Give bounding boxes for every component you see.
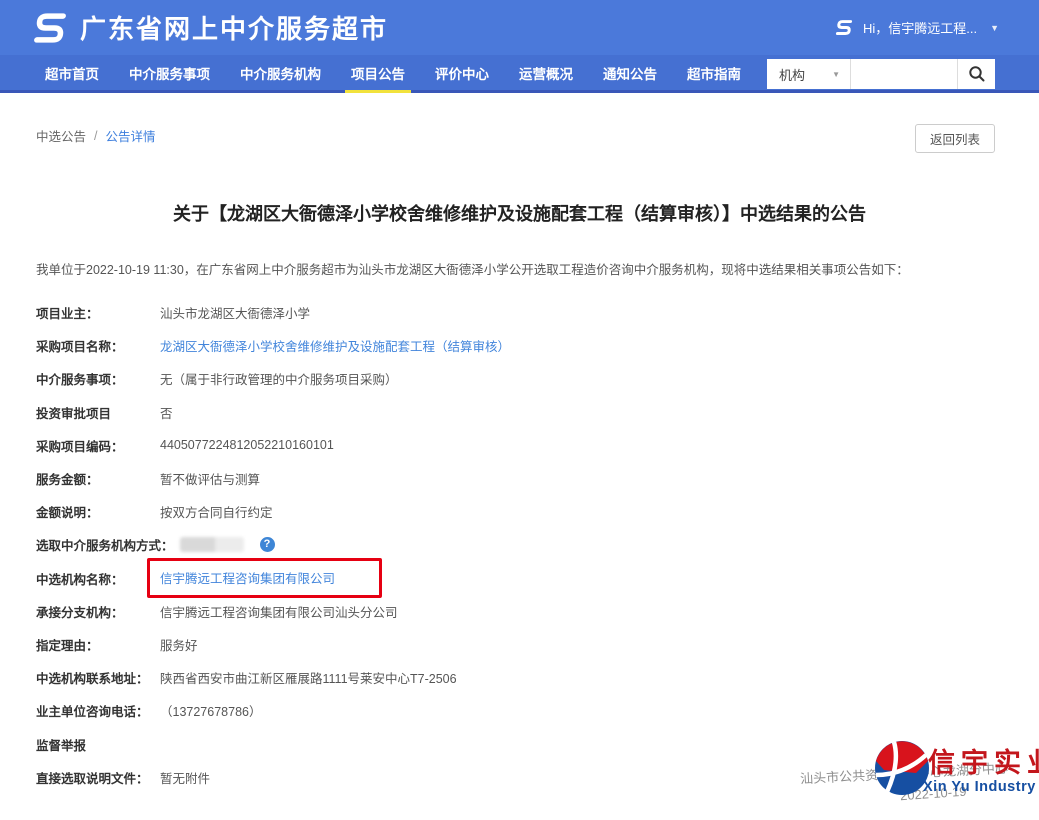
search-input[interactable]	[851, 59, 957, 89]
nav-items: 超市首页中介服务事项中介服务机构项目公告评价中心运营概况通知公告超市指南中介专属…	[30, 55, 867, 90]
chevron-down-icon: ▼	[990, 22, 999, 33]
field-label: 选取中介服务机构方式：	[36, 539, 174, 554]
field-value-link[interactable]: 龙湖区大衙德泽小学校舍维修维护及设施配套工程（结算审核）	[160, 336, 510, 355]
nav-item[interactable]: 项目公告	[336, 55, 420, 90]
field-value: 按双方合同自行约定	[160, 506, 273, 521]
user-menu[interactable]: Hi，信宇腾远工程... ▼	[834, 0, 999, 55]
field-label: 业主单位咨询电话：	[36, 705, 149, 720]
search-icon	[968, 66, 984, 82]
nav-item[interactable]: 中介服务机构	[225, 55, 336, 90]
field-rows: 项目业主： 汕头市龙湖区大衙德泽小学采购项目名称： 龙湖区大衙德泽小学校舍维修维护及…	[36, 296, 1003, 794]
field-label: 中介服务事项：	[36, 373, 124, 388]
field-label: 指定理由：	[36, 638, 99, 653]
field-row: 投资审批项目 否	[36, 396, 1003, 429]
nav-item[interactable]: 通知公告	[588, 55, 672, 90]
field-row: 中介服务事项： 无（属于非行政管理的中介服务项目采购）	[36, 362, 1003, 395]
field-row: 中选机构联系地址： 陕西省西安市曲江新区雁展路1111号莱安中心T7-2506	[36, 661, 1003, 694]
search-button[interactable]	[957, 59, 995, 89]
field-value: 暂不做评估与测算	[160, 473, 261, 488]
search-category-label: 机构	[779, 67, 806, 83]
site-header: 广东省网上中介服务超市 Hi，信宇腾远工程... ▼	[0, 0, 1039, 55]
field-row: 金额说明： 按双方合同自行约定	[36, 495, 1003, 528]
field-label: 承接分支机构：	[36, 605, 124, 620]
field-row: 指定理由： 服务好	[36, 628, 1003, 661]
field-label: 采购项目编码：	[36, 439, 124, 454]
field-value: 否	[160, 406, 173, 421]
company-name-cn: 信宇实业	[928, 748, 1039, 778]
user-greeting: Hi，信宇腾远工程...	[862, 21, 978, 36]
field-value: 无（属于非行政管理的中介服务项目采购）	[160, 373, 398, 388]
field-label: 中选机构联系地址：	[36, 672, 149, 687]
field-value: 服务好	[160, 638, 198, 653]
field-row: 选取中介服务机构方式：?	[36, 528, 1003, 561]
company-name-en: Xin Yu Industry	[923, 779, 1036, 795]
site-logo: 广东省网上中介服务超市	[30, 9, 388, 46]
field-label: 服务金额：	[36, 473, 99, 488]
field-row: 中选机构名称： 信宇腾远工程咨询集团有限公司	[36, 558, 1003, 599]
field-row: 采购项目名称： 龙湖区大衙德泽小学校舍维修维护及设施配套工程（结算审核）	[36, 329, 1003, 362]
site-logo-icon	[34, 12, 66, 43]
content-area: 中选公告 / 公告详情 返回列表 关于【龙湖区大衙德泽小学校舍维修维护及设施配套…	[0, 124, 1039, 794]
field-label: 监督举报	[36, 738, 87, 753]
highlight-box: 信宇腾远工程咨询集团有限公司	[147, 558, 383, 599]
nav-item[interactable]: 超市首页	[30, 55, 114, 90]
nav-item[interactable]: 运营概况	[504, 55, 588, 90]
chevron-down-icon: ▼	[832, 69, 840, 79]
field-value-link[interactable]: 信宇腾远工程咨询集团有限公司	[160, 572, 335, 586]
help-icon[interactable]: ?	[259, 537, 275, 553]
site-title: 广东省网上中介服务超市	[80, 14, 389, 44]
breadcrumb-row: 中选公告 / 公告详情 返回列表	[36, 124, 1003, 156]
redacted-value	[179, 537, 244, 553]
back-to-list-button[interactable]: 返回列表	[915, 124, 995, 153]
field-label: 项目业主：	[36, 307, 99, 322]
footer-stamp: 汕头市公共资源交易中心龙湖分中心 2022-10-19 信宇实业 Xin Yu …	[760, 735, 1039, 820]
field-label: 采购项目名称：	[36, 340, 124, 355]
page-title: 关于【龙湖区大衙德泽小学校舍维修维护及设施配套工程（结算审核）】中选结果的公告	[173, 204, 866, 224]
article-intro: 我单位于2022-10-19 11:30，在广东省网上中介服务超市为汕头市龙湖区…	[36, 263, 909, 277]
search-group: 机构 ▼	[767, 59, 995, 89]
field-value: 4405077224812052210160101	[160, 438, 334, 453]
nav-item[interactable]: 评价中心	[420, 55, 504, 90]
nav-item[interactable]: 超市指南	[672, 55, 756, 90]
field-value: 陕西省西安市曲江新区雁展路1111号莱安中心T7-2506	[160, 672, 457, 687]
field-value: 暂无附件	[160, 771, 211, 786]
breadcrumb-parent[interactable]: 中选公告	[36, 126, 86, 145]
field-row: 项目业主： 汕头市龙湖区大衙德泽小学	[36, 296, 1003, 329]
field-row: 业主单位咨询电话： （13727678786）	[36, 694, 1003, 727]
field-row: 采购项目编码： 4405077224812052210160101	[36, 429, 1003, 462]
breadcrumb-current[interactable]: 公告详情	[106, 126, 156, 145]
field-row: 承接分支机构： 信宇腾远工程咨询集团有限公司汕头分公司	[36, 595, 1003, 628]
user-logo-icon	[835, 20, 853, 35]
field-label: 中选机构名称：	[36, 572, 124, 587]
search-category-select[interactable]: 机构 ▼	[767, 59, 851, 89]
nav-item[interactable]: 中介服务事项	[114, 55, 225, 90]
field-value: 信宇腾远工程咨询集团有限公司汕头分公司	[160, 605, 398, 620]
field-label: 直接选取说明文件：	[36, 771, 149, 786]
breadcrumb-separator: /	[94, 128, 98, 143]
main-nav: 超市首页中介服务事项中介服务机构项目公告评价中心运营概况通知公告超市指南中介专属…	[0, 55, 1039, 93]
field-label: 投资审批项目	[36, 406, 112, 421]
field-row: 服务金额： 暂不做评估与测算	[36, 462, 1003, 495]
field-value: （13727678786）	[160, 705, 262, 720]
field-value: 汕头市龙湖区大衙德泽小学	[160, 307, 311, 322]
field-label: 金额说明：	[36, 506, 99, 521]
breadcrumb: 中选公告 / 公告详情	[36, 126, 156, 145]
